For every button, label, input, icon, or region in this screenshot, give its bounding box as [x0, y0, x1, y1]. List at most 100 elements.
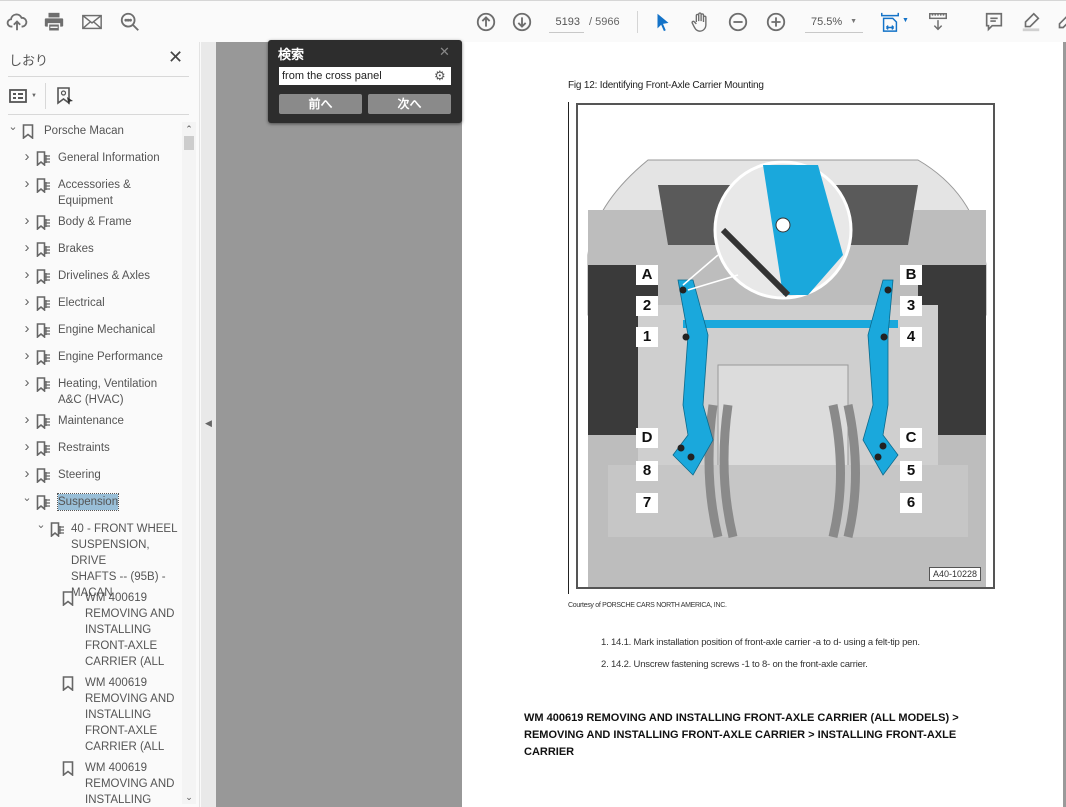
toolbar-divider: [637, 11, 638, 33]
bookmark-item[interactable]: › Heating, Ventilation A&C (HVAC): [0, 375, 182, 408]
hand-icon[interactable]: [689, 11, 711, 33]
tagged-bookmark-icon: [36, 468, 51, 488]
chevron-right-icon[interactable]: ›: [22, 321, 32, 337]
bookmark-item[interactable]: › Drivelines & Axles: [0, 267, 182, 285]
bookmark-item[interactable]: ⌄ Suspension: [0, 492, 182, 511]
figure-caption: Fig 12: Identifying Front-Axle Carrier M…: [568, 80, 764, 91]
bookmark-item[interactable]: WM 400619 REMOVING AND INSTALLING FRONT-…: [0, 675, 182, 755]
panel-splitter[interactable]: ◀: [201, 42, 216, 807]
panel-title: しおり: [9, 53, 49, 68]
comment-icon[interactable]: [983, 11, 1005, 33]
step-item: 1. 14.1. Mark installation position of f…: [601, 637, 920, 648]
bookmark-item[interactable]: › Electrical: [0, 294, 182, 312]
new-bookmark-button[interactable]: [55, 85, 75, 107]
change-bar: [568, 102, 569, 594]
gear-icon[interactable]: ⚙: [434, 68, 446, 84]
tagged-bookmark-icon: [36, 296, 51, 316]
tagged-bookmark-icon: [36, 242, 51, 262]
bookmark-item[interactable]: › Brakes: [0, 240, 182, 258]
callout-4: 4: [900, 327, 922, 347]
chevron-right-icon[interactable]: ›: [22, 412, 32, 428]
select-cursor-icon[interactable]: [652, 11, 674, 33]
bookmark-label: WM 400619 REMOVING AND INSTALLING: [85, 762, 175, 804]
highlight-icon[interactable]: [1020, 11, 1042, 33]
zoom-level-select[interactable]: 75.5% ▼: [805, 11, 863, 33]
zoom-out-icon[interactable]: [727, 11, 749, 33]
options-menu-button[interactable]: ▼: [9, 85, 37, 107]
bookmark-label: Suspension: [56, 493, 120, 511]
zoom-level-value: 75.5%: [811, 16, 843, 28]
chevron-right-icon[interactable]: ›: [22, 439, 32, 455]
callout-c: C: [900, 428, 922, 448]
step-item: 2. 14.2. Unscrew fastening screws -1 to …: [601, 659, 868, 670]
bookmark-item[interactable]: › Engine Mechanical: [0, 321, 182, 339]
callout-7: 7: [636, 493, 658, 513]
tagged-bookmark-icon: [36, 178, 51, 198]
bookmark-tree: ⌄ Porsche Macan › General Information › Acces…: [0, 122, 182, 804]
chevron-right-icon[interactable]: ›: [22, 375, 32, 391]
bookmark-icon: [62, 676, 74, 696]
find-previous-button[interactable]: 前へ: [279, 94, 362, 114]
chevron-right-icon[interactable]: ›: [22, 176, 32, 192]
bookmark-item[interactable]: ⌄ Porsche Macan: [0, 122, 182, 140]
document-canvas: Fig 12: Identifying Front-Axle Carrier M…: [216, 42, 1066, 807]
divider: [45, 83, 46, 109]
section-heading: WM 400619 REMOVING AND INSTALLING FRONT-…: [524, 712, 959, 758]
bookmark-label: Electrical: [58, 297, 105, 309]
bookmark-label: Maintenance: [58, 415, 124, 427]
next-page-icon[interactable]: [511, 11, 533, 33]
bookmark-scrollbar[interactable]: ⌃ ⌄: [182, 122, 196, 804]
chevron-right-icon[interactable]: ›: [22, 267, 32, 283]
chevron-right-icon[interactable]: ›: [22, 213, 32, 229]
bookmark-item[interactable]: › General Information: [0, 149, 182, 167]
chevron-right-icon[interactable]: ›: [22, 348, 32, 364]
chevron-right-icon[interactable]: ›: [22, 466, 32, 482]
bookmark-item[interactable]: › Maintenance: [0, 412, 182, 430]
find-input[interactable]: [279, 67, 451, 85]
scroll-down-icon[interactable]: ⌄: [182, 790, 196, 804]
bookmark-label: Brakes: [58, 243, 94, 255]
prev-page-icon[interactable]: [475, 11, 497, 33]
chevron-down-icon[interactable]: ⌄: [22, 490, 32, 506]
bookmark-item[interactable]: › Restraints: [0, 439, 182, 457]
divider: [8, 76, 189, 77]
fit-page-dropdown-icon[interactable]: ▼: [902, 17, 909, 24]
upload-cloud-icon[interactable]: [6, 11, 28, 33]
bookmark-item[interactable]: › Body & Frame: [0, 213, 182, 231]
fit-page-icon[interactable]: [879, 11, 901, 33]
bookmark-item[interactable]: WM 400619 REMOVING AND INSTALLING FRONT-…: [0, 590, 182, 670]
bookmark-item[interactable]: › Engine Performance: [0, 348, 182, 366]
find-next-button[interactable]: 次へ: [368, 94, 451, 114]
chevron-right-icon[interactable]: ›: [22, 294, 32, 310]
scroll-up-icon[interactable]: ⌃: [182, 122, 196, 136]
bookmark-item[interactable]: ⌄ 40 - FRONT WHEEL SUSPENSION, DRIVE SHAF…: [0, 519, 182, 599]
bookmark-item[interactable]: › Steering: [0, 466, 182, 484]
find-title: 検索: [278, 47, 305, 62]
tagged-bookmark-icon: [36, 215, 51, 235]
bookmark-label: Engine Performance: [58, 351, 163, 363]
page-number-input[interactable]: [549, 11, 584, 33]
callout-a: A: [636, 265, 658, 285]
bookmark-label: WM 400619 REMOVING AND INSTALLING FRONT-…: [85, 592, 175, 668]
bookmark-icon: [22, 124, 34, 144]
bookmark-item[interactable]: › Accessories & Equipment: [0, 176, 182, 209]
measure-icon[interactable]: [927, 11, 949, 33]
scroll-thumb[interactable]: [184, 136, 194, 150]
mail-icon[interactable]: [81, 11, 103, 33]
bookmark-label: Restraints: [58, 442, 110, 454]
search-icon[interactable]: [119, 11, 141, 33]
bookmark-item[interactable]: WM 400619 REMOVING AND INSTALLING: [0, 760, 182, 804]
print-icon[interactable]: [43, 11, 65, 33]
document-page: Fig 12: Identifying Front-Axle Carrier M…: [462, 42, 1066, 807]
collapse-panel-icon[interactable]: ◀: [205, 418, 212, 429]
close-panel-button[interactable]: ✕: [168, 48, 183, 66]
chevron-down-icon[interactable]: ⌄: [8, 122, 18, 135]
chevron-down-icon[interactable]: ⌄: [36, 517, 46, 533]
callout-2: 2: [636, 296, 658, 316]
chevron-right-icon[interactable]: ›: [22, 240, 32, 256]
close-icon[interactable]: ✕: [439, 44, 450, 60]
zoom-in-icon[interactable]: [765, 11, 787, 33]
callout-6: 6: [900, 493, 922, 513]
draw-icon[interactable]: [1054, 11, 1066, 33]
chevron-right-icon[interactable]: ›: [22, 149, 32, 165]
